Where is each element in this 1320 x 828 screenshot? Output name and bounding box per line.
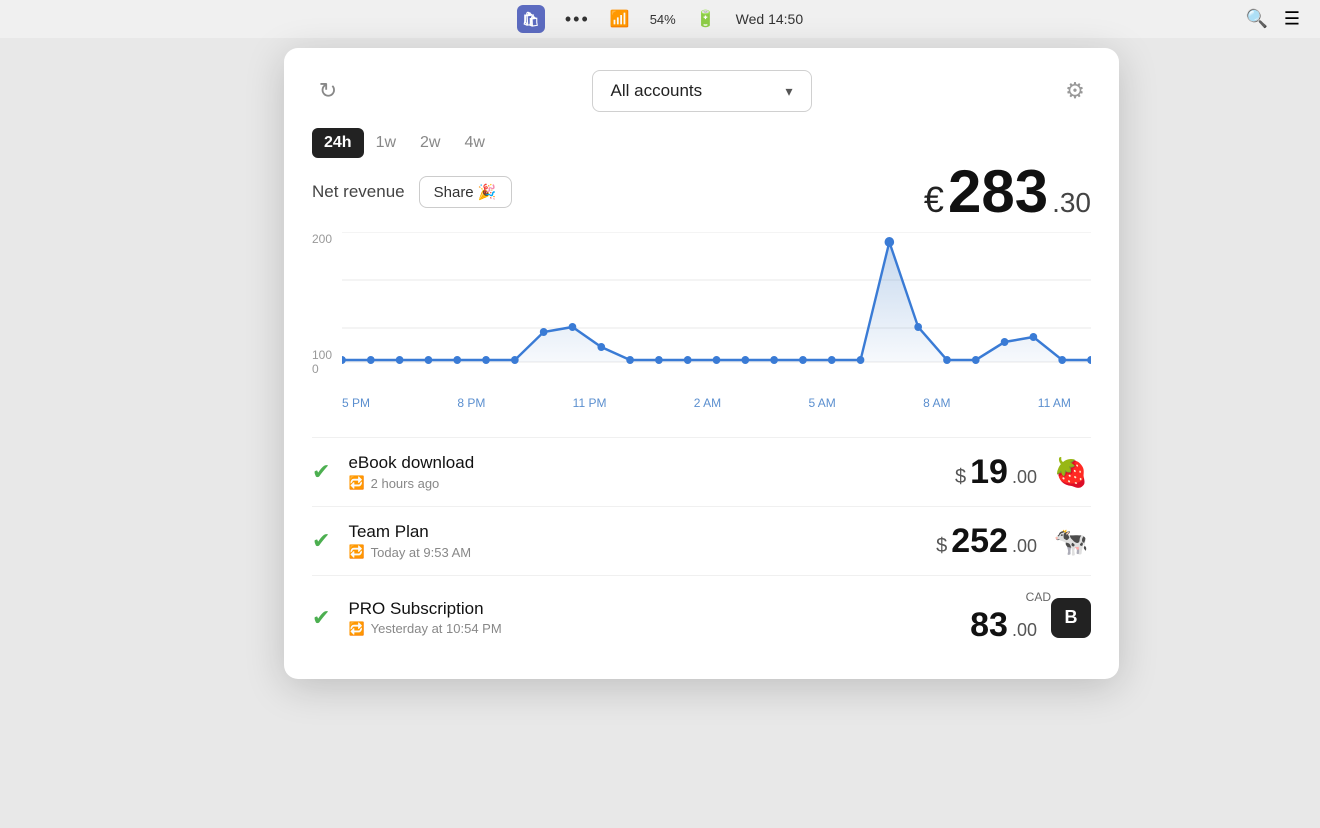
share-label: Share 🎉 xyxy=(434,183,497,201)
amount-cents: .00 xyxy=(1012,467,1037,488)
amount-main: 252 xyxy=(951,522,1008,561)
check-icon: ✔ xyxy=(312,605,330,631)
transaction-amount: $ 19 .00 xyxy=(955,453,1037,492)
revenue-left: Net revenue Share 🎉 xyxy=(312,176,512,208)
revenue-amount: € 283 .30 xyxy=(924,162,1091,222)
transaction-meta: 🔁 2 hours ago xyxy=(348,475,955,491)
refresh-button[interactable]: ↻ xyxy=(312,75,344,107)
refresh-icon: ↻ xyxy=(319,78,337,104)
x-label-5pm: 5 PM xyxy=(342,396,370,410)
menubar-center: 🛍 ••• 📶 54% 🔋 Wed 14:50 xyxy=(517,5,803,33)
tab-4w[interactable]: 4w xyxy=(452,128,496,158)
transaction-item[interactable]: ✔ PRO Subscription 🔁 Yesterday at 10:54 … xyxy=(312,575,1091,659)
sync-icon: 🔁 xyxy=(348,475,364,491)
check-icon: ✔ xyxy=(312,528,330,554)
accounts-label: All accounts xyxy=(611,81,703,101)
y-label-0: 0 xyxy=(312,362,319,376)
revenue-cents: .30 xyxy=(1052,187,1091,219)
amount-main: 83 xyxy=(970,606,1008,645)
revenue-row: Net revenue Share 🎉 € 283 .30 xyxy=(284,162,1119,222)
amount-currency: $ xyxy=(955,466,966,489)
transaction-info: Team Plan 🔁 Today at 9:53 AM xyxy=(348,522,936,560)
x-label-8pm: 8 PM xyxy=(457,396,485,410)
x-label-11pm: 11 PM xyxy=(573,396,607,410)
transaction-time: Yesterday at 10:54 PM xyxy=(371,621,502,636)
revenue-main-amount: 283 xyxy=(948,162,1048,222)
transaction-item[interactable]: ✔ eBook download 🔁 2 hours ago $ 19 .00 … xyxy=(312,437,1091,506)
amount-cents: .00 xyxy=(1012,536,1037,557)
accounts-dropdown[interactable]: All accounts ▾ xyxy=(592,70,812,112)
check-icon: ✔ xyxy=(312,459,330,485)
x-label-11am: 11 AM xyxy=(1038,396,1071,410)
amount-wrapper: $ 252 .00 xyxy=(936,522,1051,561)
currency-code: CAD xyxy=(970,590,1051,604)
transaction-meta: 🔁 Yesterday at 10:54 PM xyxy=(348,621,970,637)
shopify-icon: 🛍 xyxy=(517,5,545,33)
menubar-time: Wed 14:50 xyxy=(736,11,803,27)
product-icon-cow: 🐄 xyxy=(1051,521,1091,561)
transaction-name: Team Plan xyxy=(348,522,936,542)
main-card: ↻ All accounts ▾ ⚙ 24h 1w 2w 4w Net reve… xyxy=(284,48,1119,679)
gear-icon: ⚙ xyxy=(1065,78,1085,104)
y-label-100: 100 xyxy=(312,348,332,362)
transactions-list: ✔ eBook download 🔁 2 hours ago $ 19 .00 … xyxy=(284,427,1119,659)
chart-x-labels: 5 PM 8 PM 11 PM 2 AM 5 AM 8 AM 11 AM xyxy=(312,392,1091,410)
search-icon[interactable]: 🔍 xyxy=(1245,9,1267,30)
transaction-name: PRO Subscription xyxy=(348,599,970,619)
tab-2w[interactable]: 2w xyxy=(408,128,452,158)
transaction-time: 2 hours ago xyxy=(371,476,440,491)
transaction-meta: 🔁 Today at 9:53 AM xyxy=(348,544,936,560)
menu-icon[interactable]: ☰ xyxy=(1284,9,1300,30)
transaction-time: Today at 9:53 AM xyxy=(371,545,471,560)
amount-currency: $ xyxy=(936,535,947,558)
time-tabs: 24h 1w 2w 4w xyxy=(284,128,1119,158)
transaction-amount: 83 .00 xyxy=(970,606,1037,645)
net-revenue-label: Net revenue xyxy=(312,182,405,202)
menu-bar: 🛍 ••• 📶 54% 🔋 Wed 14:50 🔍 ☰ xyxy=(0,0,1320,38)
revenue-chart xyxy=(342,232,1091,377)
x-label-5am: 5 AM xyxy=(808,396,835,410)
product-icon-b: B xyxy=(1051,598,1091,638)
x-label-2am: 2 AM xyxy=(694,396,721,410)
transaction-item[interactable]: ✔ Team Plan 🔁 Today at 9:53 AM $ 252 .00… xyxy=(312,506,1091,575)
amount-cents: .00 xyxy=(1012,620,1037,641)
tab-1w[interactable]: 1w xyxy=(364,128,408,158)
transaction-amount: $ 252 .00 xyxy=(936,522,1037,561)
revenue-currency-symbol: € xyxy=(924,179,944,221)
chart-container: 200 100 0 xyxy=(284,232,1119,417)
chevron-down-icon: ▾ xyxy=(785,83,792,100)
settings-button[interactable]: ⚙ xyxy=(1059,75,1091,107)
y-label-200: 200 xyxy=(312,232,332,246)
wifi-icon: 📶 xyxy=(610,9,630,29)
share-button[interactable]: Share 🎉 xyxy=(419,176,512,208)
amount-wrapper: CAD 83 .00 xyxy=(970,590,1051,645)
product-icon-strawberry: 🍓 xyxy=(1051,452,1091,492)
x-label-8am: 8 AM xyxy=(923,396,950,410)
battery-percent: 54% xyxy=(650,12,676,27)
transaction-name: eBook download xyxy=(348,453,955,473)
sync-icon: 🔁 xyxy=(348,621,364,637)
amount-wrapper: $ 19 .00 xyxy=(955,453,1051,492)
transaction-info: eBook download 🔁 2 hours ago xyxy=(348,453,955,491)
sync-icon: 🔁 xyxy=(348,544,364,560)
battery-icon: 🔋 xyxy=(696,9,716,29)
tab-24h[interactable]: 24h xyxy=(312,128,364,158)
card-header: ↻ All accounts ▾ ⚙ xyxy=(284,48,1119,128)
menubar-right: 🔍 ☰ xyxy=(1245,9,1300,30)
amount-main: 19 xyxy=(970,453,1008,492)
menubar-dots: ••• xyxy=(565,9,590,30)
transaction-info: PRO Subscription 🔁 Yesterday at 10:54 PM xyxy=(348,599,970,637)
